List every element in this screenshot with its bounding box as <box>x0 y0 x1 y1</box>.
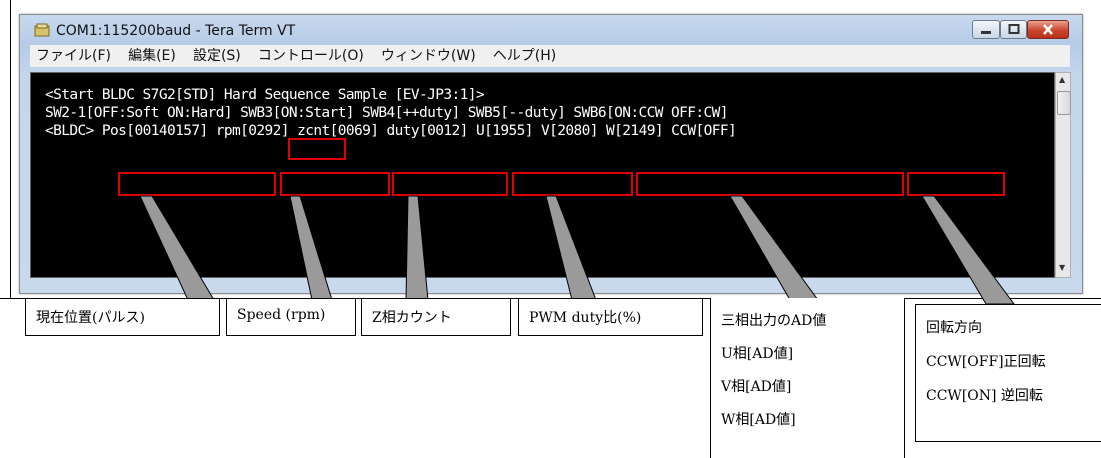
menu-window[interactable]: ウィンドウ(W) <box>375 45 482 65</box>
terminal-ccw: CCW[OFF] <box>671 123 737 139</box>
terminal-zcnt: zcnt[0069] <box>297 123 379 139</box>
menu-edit[interactable]: 編集(E) <box>122 45 182 65</box>
teraterm-window: COM1:115200baud - Tera Term VT ファイル(F) 編… <box>19 14 1083 294</box>
terminal-rpm: rpm[0292] <box>215 123 290 139</box>
window-title: COM1:115200baud - Tera Term VT <box>56 23 296 39</box>
menu-control[interactable]: コントロール(O) <box>252 45 370 65</box>
callout-ad-u: U相[AD値] <box>721 346 794 362</box>
highlight-zcnt <box>392 172 508 196</box>
menu-file[interactable]: ファイル(F) <box>30 45 117 65</box>
callout-ad: 三相出力のAD値 U相[AD値] V相[AD値] W相[AD値] <box>710 298 905 458</box>
callout-ad-w: W相[AD値] <box>721 412 796 428</box>
scroll-thumb[interactable] <box>1057 91 1071 115</box>
highlight-duty <box>512 172 633 196</box>
callout-pwm: PWM duty比(%) <box>518 298 703 336</box>
callout-speed: Speed (rpm) <box>226 298 356 336</box>
callout-pwm-label: PWM duty比(%) <box>529 310 642 326</box>
terminal-line-1: <Start BLDC S7G2[STD] Hard Sequence Samp… <box>45 87 485 103</box>
close-button[interactable] <box>1027 20 1069 39</box>
terminal-pos: Pos[00140157] <box>101 123 208 139</box>
terminal-duty: duty[0012] <box>386 123 469 139</box>
terminal-line-3: <BLDC> Pos[00140157] rpm[0292] zcnt[0069… <box>45 123 737 139</box>
terminal-line-1-end: Sequence Sample [EV-JP3:1]> <box>256 87 485 103</box>
maximize-icon <box>1008 24 1019 34</box>
callout-ad-v: V相[AD値] <box>721 379 792 395</box>
highlight-pos <box>118 172 276 196</box>
minimize-icon <box>981 31 991 34</box>
highlight-hard <box>288 138 346 160</box>
callout-ad-title: 三相出力のAD値 <box>721 313 827 329</box>
vertical-scrollbar[interactable]: ▲ ▼ <box>1055 72 1071 278</box>
callout-dir-ccw-on: CCW[ON] 逆回転 <box>926 388 1043 404</box>
callout-dir-ccw-off: CCW[OFF]正回転 <box>926 354 1046 370</box>
menu-setup[interactable]: 設定(S) <box>187 45 247 65</box>
callout-pos: 現在位置(パルス) <box>25 298 220 336</box>
terminal-hard-mode: Hard <box>223 87 257 103</box>
terminal-uvw: U[1955] V[2080] W[2149] <box>475 123 664 139</box>
tera-term-app-icon <box>34 23 50 37</box>
terminal-line-1-start: <Start BLDC S7G2[STD] <box>45 87 224 103</box>
frame-left-line <box>10 0 11 298</box>
highlight-uvw <box>636 172 904 196</box>
scroll-up-icon[interactable]: ▲ <box>1059 75 1065 84</box>
callout-direction: 回転方向 CCW[OFF]正回転 CCW[ON] 逆回転 <box>915 304 1101 442</box>
close-icon <box>1043 24 1053 35</box>
maximize-button[interactable] <box>1000 20 1027 39</box>
callout-zphase-label: Z相カウント <box>372 310 452 326</box>
title-bar: COM1:115200baud - Tera Term VT <box>20 15 1082 45</box>
menu-bar: ファイル(F) 編集(E) 設定(S) コントロール(O) ウィンドウ(W) ヘ… <box>30 45 1070 67</box>
highlight-ccw <box>907 172 1005 196</box>
callout-dir-title: 回転方向 <box>926 320 982 336</box>
terminal-line-2: SW2-1[OFF:Soft ON:Hard] SWB3[ON:Start] S… <box>45 105 729 121</box>
minimize-button[interactable] <box>972 20 1000 39</box>
menu-help[interactable]: ヘルプ(H) <box>487 45 562 65</box>
callout-zphase: Z相カウント <box>361 298 511 336</box>
scroll-down-icon[interactable]: ▼ <box>1059 263 1065 272</box>
callout-speed-label: Speed (rpm) <box>237 307 326 323</box>
highlight-rpm <box>280 172 390 196</box>
terminal-prompt: <BLDC> <box>45 123 102 139</box>
callout-pos-label: 現在位置(パルス) <box>36 310 145 326</box>
